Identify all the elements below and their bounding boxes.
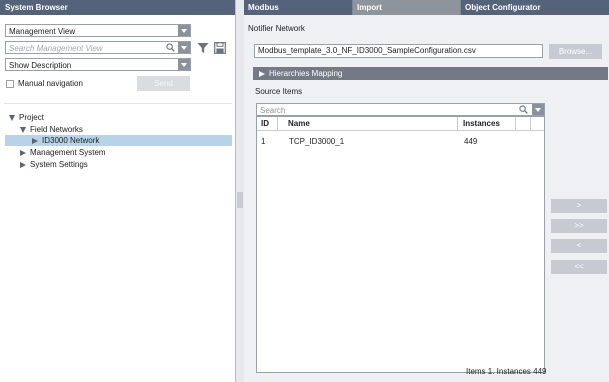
tab-object-configurator[interactable]: Object Configurator	[461, 0, 609, 15]
view-select-value: Management View	[9, 27, 76, 36]
tab-modbus[interactable]: Modbus	[244, 0, 352, 15]
table-header: ID Name Instances	[257, 117, 544, 131]
tree-item-label: Project	[19, 113, 44, 122]
collapse-triangle-icon[interactable]	[20, 126, 26, 133]
chevron-down-icon[interactable]	[178, 59, 190, 70]
description-select-value: Show Description	[9, 61, 72, 70]
tree-item-field-networks[interactable]: Field Networks	[20, 124, 200, 135]
hierarchies-mapping-expander[interactable]: Hierarchies Mapping	[253, 67, 608, 80]
column-divider[interactable]	[530, 117, 531, 131]
tree-item-project[interactable]: Project	[9, 112, 189, 123]
move-left-button[interactable]: <	[551, 239, 607, 253]
system-browser-title: System Browser	[0, 0, 235, 15]
section-title: Notifier Network	[248, 24, 305, 33]
column-header-id[interactable]: ID	[258, 117, 269, 131]
view-select[interactable]: Management View	[5, 24, 191, 37]
column-divider[interactable]	[457, 117, 458, 131]
tab-import[interactable]: Import	[353, 0, 460, 15]
column-header-name[interactable]: Name	[285, 117, 310, 131]
search-icon[interactable]	[166, 43, 175, 52]
cell-name: TCP_ID3000_1	[289, 137, 345, 146]
tree-item-label: System Settings	[30, 160, 88, 169]
move-all-left-button[interactable]: <<	[551, 260, 607, 274]
column-divider[interactable]	[277, 117, 278, 131]
manual-navigation-label: Manual navigation	[18, 79, 83, 88]
search-icon[interactable]	[519, 105, 528, 114]
column-divider[interactable]	[515, 117, 516, 131]
chevron-down-icon[interactable]	[532, 104, 544, 115]
hierarchies-mapping-label: Hierarchies Mapping	[269, 69, 343, 78]
move-right-button[interactable]: >	[551, 199, 607, 213]
cell-instances: 449	[464, 137, 478, 146]
source-search-placeholder: Search	[260, 106, 286, 115]
save-icon[interactable]	[214, 42, 226, 54]
tab-bar: Modbus Import Object Configurator	[244, 0, 609, 15]
tree-item-label: Management System	[30, 148, 106, 157]
cell-id: 1	[261, 137, 266, 146]
move-all-right-button[interactable]: >>	[551, 219, 607, 233]
expand-triangle-icon	[259, 70, 265, 77]
chevron-down-icon[interactable]	[178, 25, 190, 36]
expand-triangle-icon[interactable]	[32, 137, 38, 144]
management-search-input[interactable]: Search Management View	[5, 41, 191, 54]
collapse-triangle-icon[interactable]	[9, 114, 15, 121]
expand-triangle-icon[interactable]	[20, 149, 26, 156]
management-search-placeholder: Search Management View	[9, 44, 103, 53]
browse-button[interactable]: Browse...	[549, 44, 602, 59]
tree-item-management-system[interactable]: Management System	[20, 147, 200, 158]
source-items-table: ID Name Instances 1 TCP_ID3000_1 449	[256, 116, 545, 373]
divider	[4, 103, 232, 104]
splitter-grip[interactable]	[237, 192, 243, 208]
file-path-field[interactable]: Modbus_template_3.0_NF_ID3000_SampleConf…	[254, 44, 543, 58]
source-items-label: Source Items	[255, 87, 303, 96]
items-status: Items 1. Instances 449	[466, 367, 547, 376]
tree-item-id3000-network[interactable]: ID3000 Network	[5, 135, 232, 146]
filter-icon[interactable]	[197, 42, 209, 54]
description-select[interactable]: Show Description	[5, 58, 191, 71]
system-browser-panel: System Browser Management View Search Ma…	[0, 0, 236, 382]
import-panel: Notifier Network Modbus_template_3.0_NF_…	[244, 15, 609, 382]
panel-splitter[interactable]	[236, 0, 244, 382]
tree-item-system-settings[interactable]: System Settings	[20, 159, 200, 170]
expand-triangle-icon[interactable]	[20, 161, 26, 168]
column-header-instances[interactable]: Instances	[460, 117, 500, 131]
tree-item-label: Field Networks	[30, 125, 83, 134]
manual-navigation-checkbox[interactable]	[6, 80, 14, 88]
tree-item-label: ID3000 Network	[42, 136, 100, 145]
source-search-input[interactable]: Search	[256, 103, 545, 116]
chevron-down-icon[interactable]	[178, 42, 190, 53]
send-button[interactable]: Send	[137, 76, 190, 91]
